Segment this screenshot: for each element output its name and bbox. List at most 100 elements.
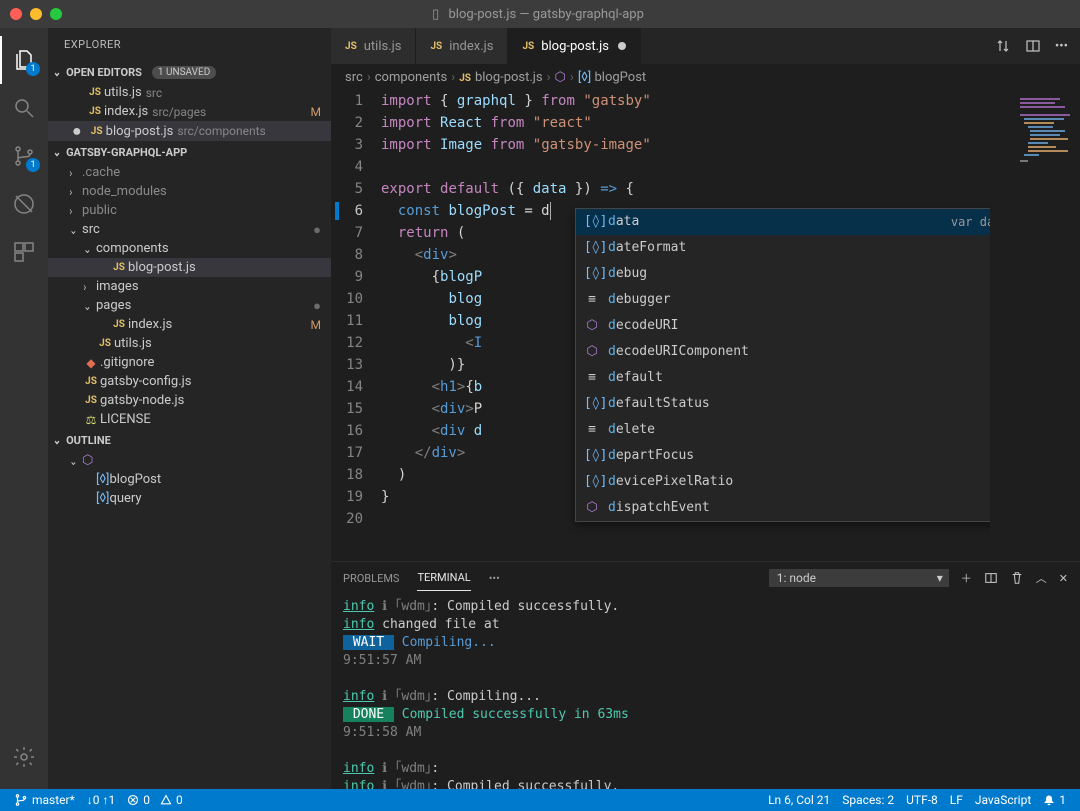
outline-name: blogPost [109, 472, 161, 487]
activity-scm[interactable]: 1 [0, 132, 48, 180]
panel-tab-more[interactable]: ••• [489, 566, 500, 591]
status-branch[interactable]: master* [8, 793, 81, 807]
split-terminal-icon[interactable] [984, 571, 998, 585]
terminal-select[interactable]: 1: node▾ [769, 569, 949, 587]
status-encoding[interactable]: UTF-8 [900, 793, 944, 807]
outline-item[interactable]: [◊] blogPost [48, 470, 331, 489]
suggest-item[interactable]: ≡debugger [576, 287, 990, 313]
open-editor-item[interactable]: JS utils.jssrc [48, 83, 331, 102]
js-icon: JS [110, 319, 128, 330]
suggest-item[interactable]: ⬡decodeURI [576, 313, 990, 339]
code-editor[interactable]: 1import { graphql } from "gatsby"2import… [331, 90, 990, 561]
sidebar: EXPLORER ⌄ OPEN EDITORS 1 UNSAVED JS uti… [48, 28, 331, 789]
status-sync[interactable]: ↓0 ↑1 [81, 793, 121, 807]
status-spaces[interactable]: Spaces: 2 [836, 793, 900, 807]
outline-section[interactable]: ⌄ OUTLINE [48, 429, 331, 451]
tree-item[interactable]: JS gatsby-config.js [48, 372, 331, 391]
suggest-item[interactable]: [◊]defaultStatus [576, 391, 990, 417]
editor-tab[interactable]: JSindex.js [416, 28, 508, 64]
trash-icon[interactable] [1010, 571, 1024, 585]
breadcrumb-item[interactable]: [◊] blogPost [578, 70, 646, 85]
compare-icon[interactable] [995, 38, 1011, 54]
tree-item[interactable]: ⚖ LICENSE [48, 410, 331, 429]
chevron-icon: › [83, 280, 94, 294]
method-icon: ⬡ [584, 497, 600, 519]
chevron-down-icon: ⌄ [53, 65, 61, 79]
cube-icon: ⬡ [82, 453, 93, 468]
tree-item[interactable]: ◆ .gitignore [48, 353, 331, 372]
workspace-section[interactable]: ⌄ GATSBY-GRAPHQL-APP [48, 141, 331, 163]
variable-icon: [◊] [96, 491, 109, 506]
status-lang[interactable]: JavaScript [969, 793, 1037, 807]
tree-item-name: .gitignore [100, 355, 154, 370]
panel-tab-problems[interactable]: PROBLEMS [343, 566, 399, 591]
chevron-down-icon: ⌄ [53, 433, 61, 447]
activity-extensions[interactable] [0, 228, 48, 276]
open-editor-item[interactable]: JS index.jssrc/pagesM [48, 102, 331, 121]
activity-explorer[interactable]: 1 [0, 36, 48, 84]
activity-search[interactable] [0, 84, 48, 132]
dirty-dot [618, 42, 626, 50]
panel-close-icon[interactable]: ✕ [1059, 572, 1068, 585]
more-icon[interactable]: ••• [1055, 39, 1068, 54]
tree-item[interactable]: ›.cache [48, 163, 331, 182]
extensions-icon [12, 240, 36, 264]
autocomplete-popup[interactable]: [◊]datavar data: any ⓘ[◊]dateFormat[◊]de… [575, 208, 990, 522]
open-editors-section[interactable]: ⌄ OPEN EDITORS 1 UNSAVED [48, 61, 331, 83]
breadcrumb-item[interactable]: components [375, 70, 448, 85]
tree-item[interactable]: ⌄components [48, 239, 331, 258]
editor-tab[interactable]: JSutils.js [331, 28, 416, 64]
editor-tab[interactable]: JSblog-post.js [508, 28, 640, 64]
workspace-label: GATSBY-GRAPHQL-APP [66, 146, 187, 159]
minimap[interactable] [990, 90, 1080, 561]
suggest-item[interactable]: ≡delete [576, 417, 990, 443]
zoom-window[interactable] [50, 8, 62, 20]
suggest-item[interactable]: [◊]devicePixelRatio [576, 469, 990, 495]
js-icon: JS [86, 106, 104, 117]
tree-item[interactable]: ›images [48, 277, 331, 296]
panel-tab-terminal[interactable]: TERMINAL [417, 565, 470, 591]
breadcrumb-item[interactable]: ⬡ [555, 70, 566, 85]
tree-item[interactable]: ⌄pages● [48, 296, 331, 315]
suggest-item[interactable]: [◊]departFocus [576, 443, 990, 469]
chevron-down-icon: ⌄ [53, 145, 61, 159]
minimize-window[interactable] [30, 8, 42, 20]
status-notifications[interactable]: 1 [1037, 793, 1072, 807]
status-lncol[interactable]: Ln 6, Col 21 [762, 793, 836, 807]
tree-item[interactable]: JS gatsby-node.js [48, 391, 331, 410]
js-icon: JS [522, 41, 534, 52]
dirty-indicator: ● [313, 222, 321, 238]
panel-maximize-icon[interactable]: ︿ [1036, 570, 1047, 586]
activity-settings[interactable] [0, 733, 48, 781]
suggest-item[interactable]: [◊]dateFormat [576, 235, 990, 261]
suggest-item[interactable]: ≡default [576, 365, 990, 391]
breadcrumb-item[interactable]: src [345, 70, 363, 85]
status-errors[interactable]: 0 0 [121, 793, 189, 807]
terminal-output[interactable]: info ℹ ｢wdm｣: Compiled successfully.info… [331, 594, 1080, 789]
new-terminal-icon[interactable]: ＋ [961, 570, 972, 586]
activity-debug[interactable] [0, 180, 48, 228]
open-editor-path: src [146, 86, 162, 100]
tree-item[interactable]: JS index.jsM [48, 315, 331, 334]
suggest-item[interactable]: [◊]datavar data: any ⓘ [576, 209, 990, 235]
open-editor-name: blog-post.js [106, 124, 174, 139]
suggest-item[interactable]: ⬡dispatchEvent [576, 495, 990, 521]
tree-item[interactable]: ⌄src● [48, 220, 331, 239]
close-window[interactable] [10, 8, 22, 20]
tree-item[interactable]: ›public [48, 201, 331, 220]
outline-item[interactable]: [◊] query [48, 489, 331, 508]
split-icon[interactable] [1025, 38, 1041, 54]
variable-icon: [◊] [584, 393, 600, 415]
suggest-item[interactable]: [◊]debug [576, 261, 990, 287]
title-project: gatsby-graphql-app [533, 7, 644, 22]
tree-item[interactable]: JS blog-post.js [48, 258, 331, 277]
open-editor-item[interactable]: ●JS blog-post.jssrc/components [48, 121, 331, 141]
breadcrumbs[interactable]: src›components›JSblog-post.js›⬡ ›[◊] blo… [331, 64, 1080, 90]
tree-item[interactable]: ›node_modules [48, 182, 331, 201]
breadcrumb-item[interactable]: JSblog-post.js [459, 70, 542, 85]
tree-item[interactable]: JS utils.js [48, 334, 331, 353]
outline-item[interactable]: ⌄⬡ [48, 451, 331, 470]
variable-icon: [◊] [584, 471, 600, 493]
suggest-item[interactable]: ⬡decodeURIComponent [576, 339, 990, 365]
status-eol[interactable]: LF [944, 793, 969, 807]
